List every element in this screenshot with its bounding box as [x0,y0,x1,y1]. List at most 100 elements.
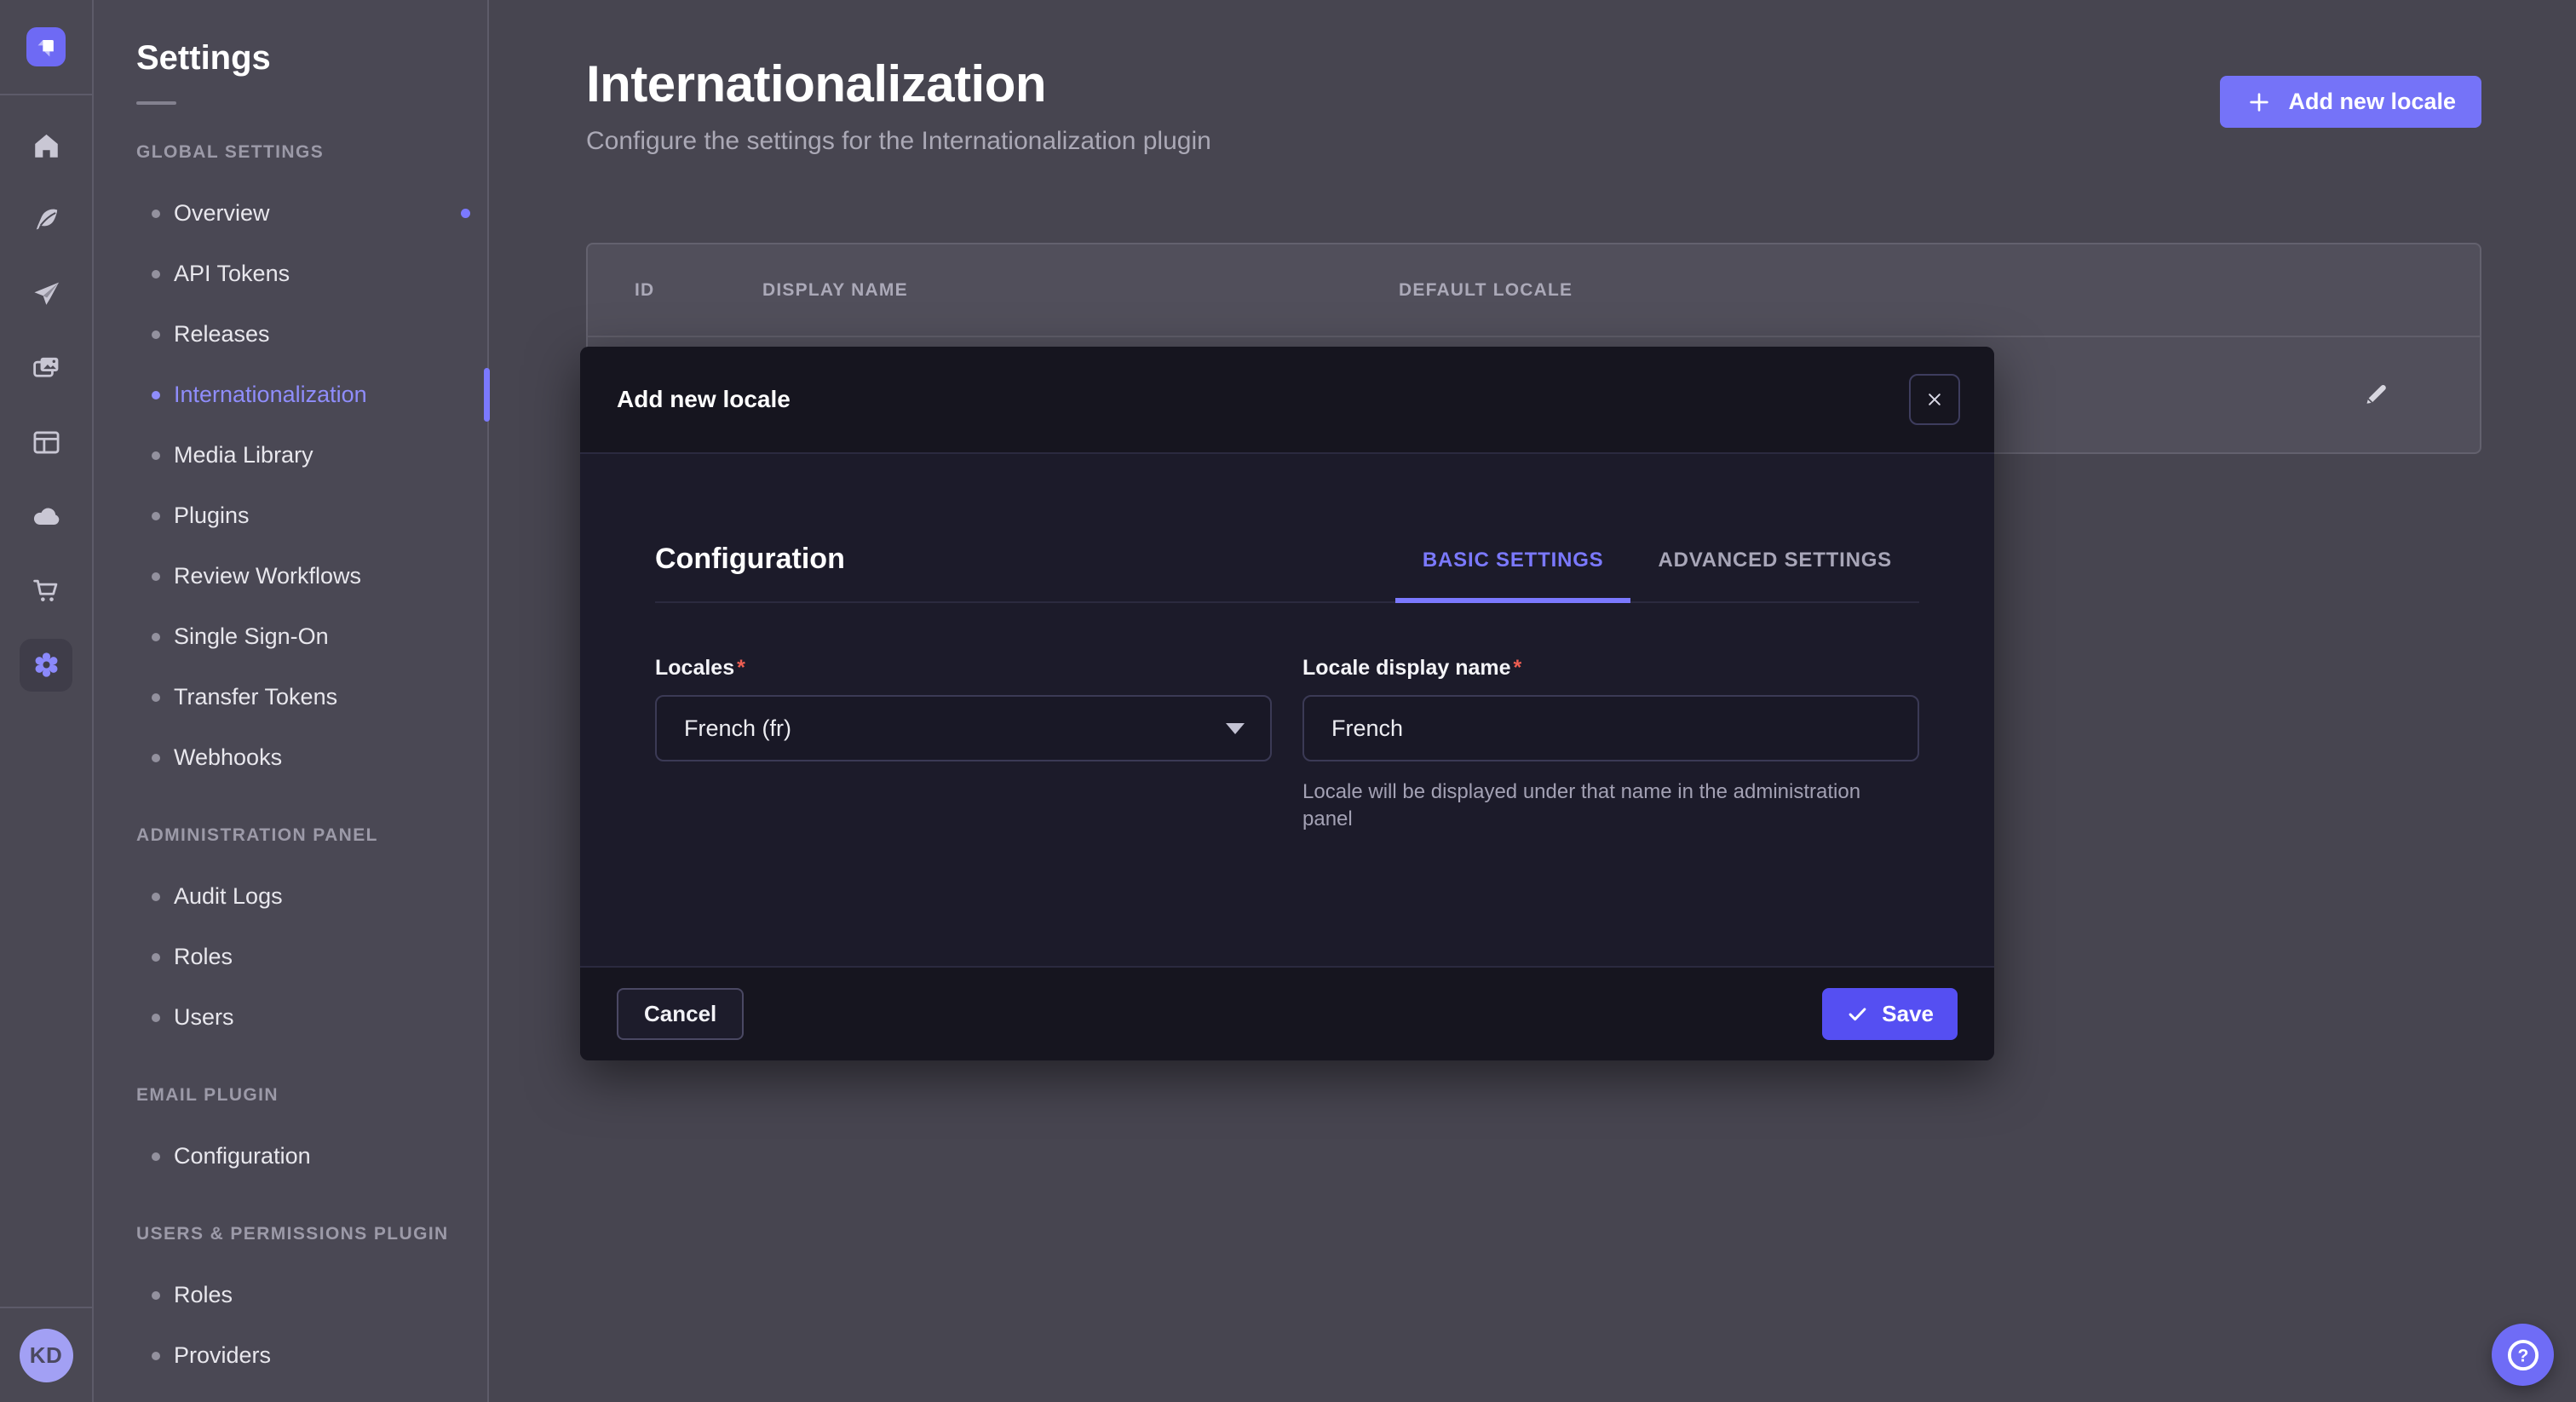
subnav-sections: GLOBAL SETTINGSOverviewAPI TokensRelease… [94,142,487,1386]
user-avatar[interactable]: KD [20,1329,73,1382]
nav-section-label-users-permissions-plugin: USERS & PERMISSIONS PLUGIN [136,1224,487,1244]
sidebar-item-review-workflows[interactable]: Review Workflows [94,546,487,606]
tab-basic-settings[interactable]: BASIC SETTINGS [1395,549,1631,601]
display-name-label-text: Locale display name [1302,656,1511,680]
edit-locale-button[interactable] [2355,374,2396,415]
modal-tabs: BASIC SETTINGSADVANCED SETTINGS [1395,549,1919,601]
sidebar-item-audit-logs[interactable]: Audit Logs [94,866,487,927]
help-button[interactable]: ? [2492,1324,2554,1386]
column-header-default-locale: DEFAULT LOCALE [1399,280,1573,301]
rail-bottom: KD [0,1307,92,1402]
logo-area [0,0,92,95]
bullet-icon [152,1014,160,1022]
modal-title: Add new locale [617,386,791,413]
sidebar-item-label: Audit Logs [174,883,283,910]
cancel-button[interactable]: Cancel [617,988,744,1040]
bullet-icon [152,1152,160,1161]
required-asterisk: * [1514,656,1522,680]
configuration-header-row: Configuration BASIC SETTINGSADVANCED SET… [655,543,1919,603]
rail-item-settings-gear[interactable] [0,628,93,702]
marketplace-cart-icon [31,575,62,606]
rail-item-feather[interactable] [0,183,93,257]
column-header-id: ID [635,280,762,301]
locales-label-text: Locales [655,656,734,680]
close-icon [1923,388,1946,411]
sidebar-item-label: Transfer Tokens [174,684,337,710]
bullet-icon [152,953,160,962]
display-name-label: Locale display name* [1302,656,1919,681]
rail-item-cloud[interactable] [0,480,93,554]
question-mark-icon: ? [2504,1336,2543,1375]
sidebar-item-roles[interactable]: Roles [94,927,487,987]
bullet-icon [152,391,160,399]
sidebar-item-label: Releases [174,321,270,348]
bullet-icon [152,270,160,279]
active-indicator-bar [484,368,490,422]
rail-icon-list [0,95,92,702]
sidebar-item-transfer-tokens[interactable]: Transfer Tokens [94,667,487,727]
sidebar-item-label: Overview [174,200,270,227]
close-modal-button[interactable] [1909,374,1960,425]
configuration-title: Configuration [655,543,845,601]
display-name-hint: Locale will be displayed under that name… [1302,779,1907,833]
display-name-input[interactable]: French [1302,695,1919,761]
nav-section-label-administration-panel: ADMINISTRATION PANEL [136,825,487,846]
sidebar-item-providers[interactable]: Providers [94,1325,487,1386]
subnav-title: Settings [136,39,487,78]
add-new-locale-button[interactable]: Add new locale [2220,76,2481,128]
sidebar-item-roles[interactable]: Roles [94,1265,487,1325]
tab-advanced-settings[interactable]: ADVANCED SETTINGS [1630,549,1919,601]
locales-select[interactable]: French (fr) [655,695,1272,761]
rail-item-media-library[interactable] [0,331,93,405]
sidebar-item-label: Internationalization [174,382,367,408]
add-locale-modal: Add new locale Configuration BASIC SETTI… [580,347,1994,1060]
modal-footer: Cancel Save [580,966,1994,1060]
sidebar-item-plugins[interactable]: Plugins [94,486,487,546]
sidebar-item-single-sign-on[interactable]: Single Sign-On [94,606,487,667]
content-manager-icon [31,427,62,458]
sidebar-item-label: Plugins [174,503,250,529]
sidebar-item-media-library[interactable]: Media Library [94,425,487,486]
cloud-icon [31,501,62,532]
bullet-icon [152,330,160,339]
rail-item-content-manager[interactable] [0,405,93,480]
sidebar-item-api-tokens[interactable]: API Tokens [94,244,487,304]
required-asterisk: * [737,656,745,680]
check-icon [1846,1003,1869,1026]
rail-item-home[interactable] [0,109,93,183]
modal-body: Configuration BASIC SETTINGSADVANCED SET… [580,454,1994,966]
media-library-icon [31,353,62,384]
page-title: Internationalization [586,55,2481,113]
settings-subnav: Settings GLOBAL SETTINGSOverviewAPI Toke… [94,0,489,1402]
bullet-icon [152,1352,160,1360]
sidebar-item-label: API Tokens [174,261,290,287]
locales-select-value: French (fr) [684,715,791,742]
sidebar-item-releases[interactable]: Releases [94,304,487,365]
sidebar-item-internationalization[interactable]: Internationalization [94,365,487,425]
plus-icon [2245,89,2273,116]
sidebar-item-overview[interactable]: Overview [94,183,487,244]
bullet-icon [152,1291,160,1300]
sidebar-item-webhooks[interactable]: Webhooks [94,727,487,788]
paper-plane-icon [31,279,62,310]
sidebar-item-label: Media Library [174,442,313,468]
strapi-logo[interactable] [26,27,66,66]
rail-item-marketplace-cart[interactable] [0,554,93,628]
locale-form-row: Locales* French (fr) Locale display name… [655,656,1919,833]
sidebar-item-label: Webhooks [174,744,282,771]
add-new-locale-label: Add new locale [2288,89,2456,115]
column-header-display-name: DISPLAY NAME [762,280,1399,301]
strapi-settings-screen: KD Settings GLOBAL SETTINGSOverviewAPI T… [0,0,2576,1402]
sidebar-item-label: Roles [174,944,233,970]
feather-icon [31,204,62,236]
subnav-divider [136,101,176,105]
sidebar-item-configuration[interactable]: Configuration [94,1126,487,1187]
save-button[interactable]: Save [1822,988,1958,1040]
bullet-icon [152,893,160,901]
display-name-field: Locale display name* French Locale will … [1302,656,1919,833]
sidebar-item-label: Users [174,1004,234,1031]
sidebar-item-users[interactable]: Users [94,987,487,1048]
sidebar-item-label: Single Sign-On [174,623,329,650]
rail-item-paper-plane[interactable] [0,257,93,331]
pencil-icon [2360,379,2391,410]
